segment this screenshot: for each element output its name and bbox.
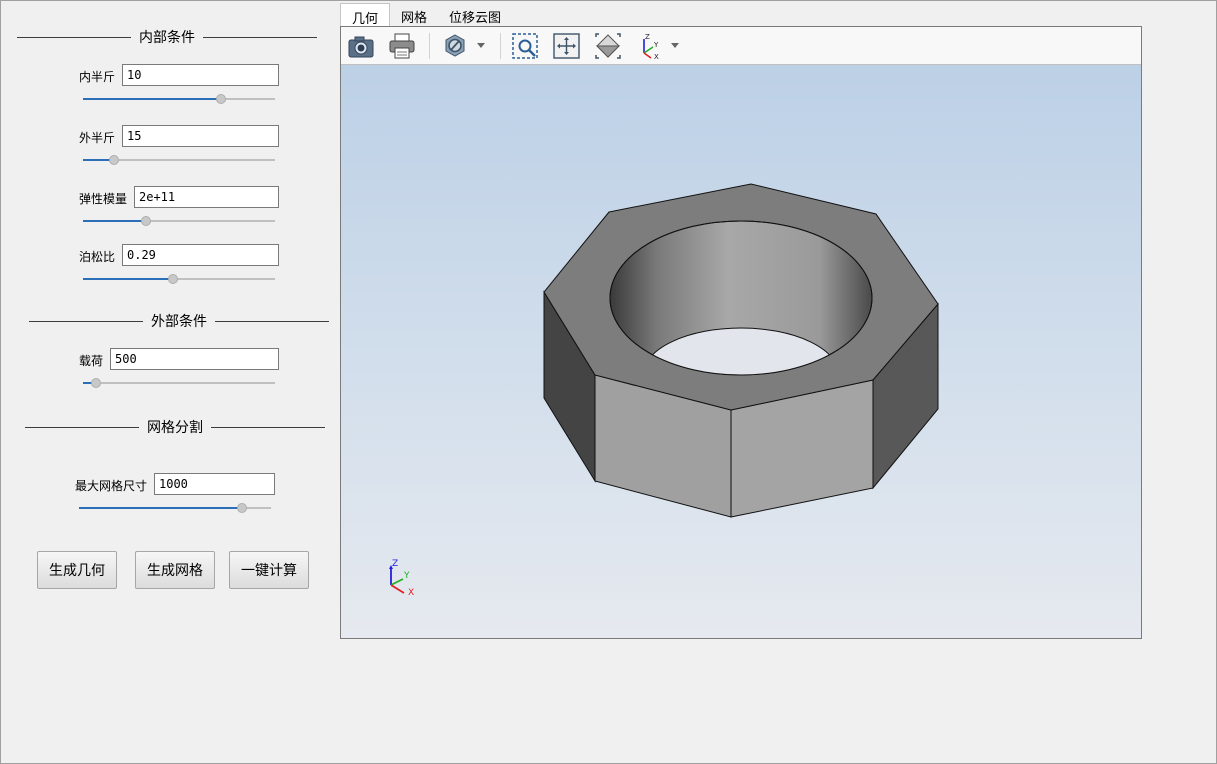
slider-thumb[interactable] — [108, 155, 119, 165]
poisson-ratio-slider[interactable] — [83, 274, 275, 284]
internal-section-title: 内部条件 — [139, 30, 195, 46]
zoom-box-icon[interactable] — [511, 31, 541, 61]
slider-thumb[interactable] — [91, 378, 102, 388]
slider-thumb[interactable] — [168, 274, 179, 284]
inner-radius-slider[interactable] — [83, 94, 275, 104]
mesh-section-title: 网格分割 — [147, 420, 203, 436]
elastic-modulus-input[interactable]: 2e+11 — [134, 186, 279, 208]
axis-x-label: X — [408, 588, 414, 598]
view-tabs: 几何 网格 位移云图 — [340, 3, 512, 27]
viewer-panel: Z Y X Z Y X — [340, 26, 1142, 639]
load-slider[interactable] — [83, 378, 275, 388]
tab-mesh[interactable]: 网格 — [390, 3, 438, 27]
generate-mesh-button[interactable]: 生成网格 — [135, 551, 215, 589]
one-click-compute-button[interactable]: 一键计算 — [229, 551, 309, 589]
view-axes-icon[interactable]: Z Y X — [635, 31, 685, 61]
fit-all-icon[interactable] — [552, 31, 582, 61]
view-iso-icon[interactable] — [593, 31, 623, 61]
external-section-header: 外部条件 — [29, 313, 329, 330]
inner-radius-label: 内半斤 — [79, 70, 116, 84]
slider-thumb[interactable] — [216, 94, 227, 104]
camera-icon[interactable] — [346, 31, 376, 61]
viewer-toolbar: Z Y X — [341, 27, 1141, 65]
load-input[interactable]: 500 — [110, 348, 279, 370]
print-icon[interactable] — [387, 31, 417, 61]
svg-text:Y: Y — [653, 41, 659, 49]
svg-text:Z: Z — [645, 33, 650, 41]
outer-radius-label: 外半斤 — [79, 131, 116, 145]
axis-y-label: Y — [403, 571, 410, 581]
max-mesh-size-input[interactable]: 1000 — [154, 473, 275, 495]
svg-text:X: X — [654, 53, 659, 61]
max-mesh-size-label: 最大网格尺寸 — [75, 479, 148, 493]
hex-nut-model — [543, 183, 939, 518]
axis-triad: Z Y X — [389, 559, 414, 598]
elastic-modulus-label: 弹性模量 — [79, 192, 128, 206]
3d-viewport[interactable]: Z Y X — [341, 65, 1141, 638]
max-mesh-size-slider[interactable] — [79, 503, 271, 513]
tab-geometry[interactable]: 几何 — [340, 3, 391, 27]
external-section-title: 外部条件 — [151, 314, 207, 330]
axis-z-label: Z — [392, 559, 398, 569]
generate-geometry-button[interactable]: 生成几何 — [37, 551, 117, 589]
mesh-section-header: 网格分割 — [25, 419, 325, 436]
internal-section-header: 内部条件 — [17, 29, 317, 46]
poisson-ratio-label: 泊松比 — [79, 250, 116, 264]
outer-radius-slider[interactable] — [83, 155, 275, 165]
inner-radius-input[interactable]: 10 — [122, 64, 279, 86]
slider-thumb[interactable] — [141, 216, 152, 226]
display-mode-icon[interactable] — [440, 31, 490, 61]
elastic-modulus-slider[interactable] — [83, 216, 275, 226]
load-label: 载荷 — [79, 354, 104, 368]
slider-thumb[interactable] — [237, 503, 248, 513]
poisson-ratio-input[interactable]: 0.29 — [122, 244, 279, 266]
tab-displacement-contour[interactable]: 位移云图 — [438, 3, 512, 27]
outer-radius-input[interactable]: 15 — [122, 125, 279, 147]
